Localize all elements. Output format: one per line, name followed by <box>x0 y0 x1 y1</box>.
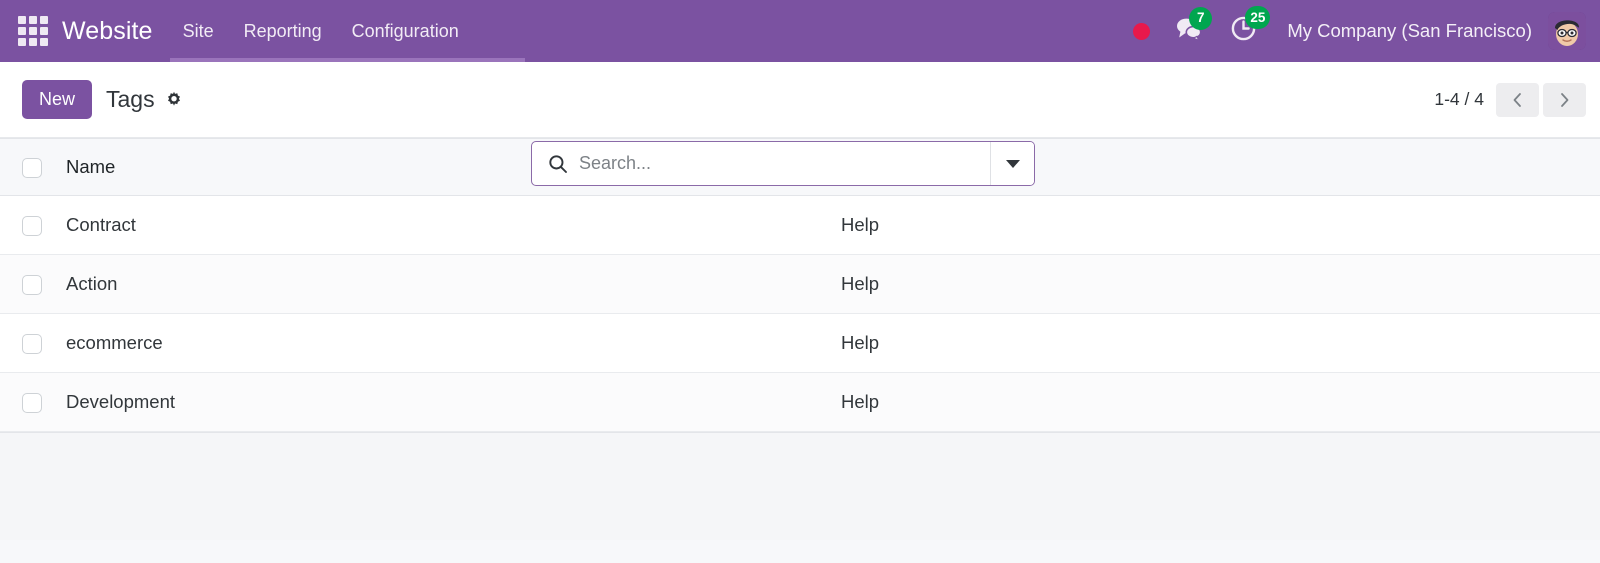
pager: 1-4 / 4 <box>1434 82 1586 117</box>
navbar-left-section: Website Site Reporting Configuration <box>18 16 459 46</box>
navbar-right-section: 7 25 My Company (San Francisco) <box>1133 6 1586 50</box>
activities-count-badge: 25 <box>1245 6 1271 29</box>
chevron-down-icon <box>1005 159 1020 168</box>
select-all-header-cell <box>0 139 56 196</box>
row-checkbox[interactable] <box>22 334 42 355</box>
user-avatar[interactable] <box>1548 12 1586 50</box>
cell-name[interactable]: ecommerce <box>56 314 841 373</box>
new-record-button[interactable]: New <box>22 79 93 120</box>
company-switcher[interactable]: My Company (San Francisco) <box>1287 20 1532 42</box>
page-title: Tags <box>106 86 155 112</box>
chevron-left-icon <box>1513 92 1521 107</box>
menu-item-configuration[interactable]: Configuration <box>352 21 459 42</box>
messages-count-badge: 7 <box>1189 6 1213 30</box>
row-select-cell <box>0 373 56 432</box>
cell-name[interactable]: Contract <box>56 196 841 255</box>
list-view: Name Forum Contract Help Action Help <box>0 138 1600 563</box>
table-row[interactable]: Action Help <box>0 254 1600 314</box>
table-row[interactable]: Development Help <box>0 372 1600 432</box>
breadcrumb: Tags <box>106 86 183 113</box>
apps-grid-icon[interactable] <box>18 16 48 46</box>
cell-forum[interactable]: Help <box>841 255 1600 314</box>
table-body: Contract Help Action Help ecommerce Help <box>0 195 1600 432</box>
table-row[interactable]: Contract Help <box>0 195 1600 255</box>
search-input[interactable] <box>579 142 990 185</box>
app-brand-website[interactable]: Website <box>62 17 153 46</box>
select-all-checkbox[interactable] <box>22 158 42 179</box>
cell-name[interactable]: Action <box>56 255 841 314</box>
row-checkbox[interactable] <box>22 393 42 414</box>
table-row[interactable]: ecommerce Help <box>0 313 1600 373</box>
record-dot-icon[interactable] <box>1133 22 1151 40</box>
activities-menu-button[interactable]: 25 <box>1230 6 1271 47</box>
search-icon <box>532 154 579 174</box>
search-view <box>531 141 1035 186</box>
chevron-right-icon <box>1561 92 1569 107</box>
menu-item-site[interactable]: Site <box>183 21 214 42</box>
row-select-cell <box>0 255 56 314</box>
top-navbar: Website Site Reporting Configuration 7 2… <box>0 0 1600 62</box>
cell-forum[interactable]: Help <box>841 373 1600 432</box>
menu-item-reporting[interactable]: Reporting <box>244 21 322 42</box>
list-empty-area <box>0 432 1600 540</box>
cell-forum[interactable]: Help <box>841 196 1600 255</box>
row-checkbox[interactable] <box>22 216 42 237</box>
cell-name[interactable]: Development <box>56 373 841 432</box>
pager-previous-button[interactable] <box>1496 82 1539 117</box>
row-checkbox[interactable] <box>22 275 42 296</box>
pager-buttons <box>1496 82 1586 117</box>
row-select-cell <box>0 314 56 373</box>
search-dropdown-toggle[interactable] <box>990 142 1034 185</box>
pager-next-button[interactable] <box>1543 82 1586 117</box>
messages-menu-button[interactable]: 7 <box>1174 6 1213 47</box>
gear-icon[interactable] <box>165 91 183 109</box>
pager-range[interactable]: 1-4 / 4 <box>1434 89 1484 110</box>
row-select-cell <box>0 196 56 255</box>
control-panel: New Tags 1-4 / 4 <box>0 62 1600 186</box>
cell-forum[interactable]: Help <box>841 314 1600 373</box>
